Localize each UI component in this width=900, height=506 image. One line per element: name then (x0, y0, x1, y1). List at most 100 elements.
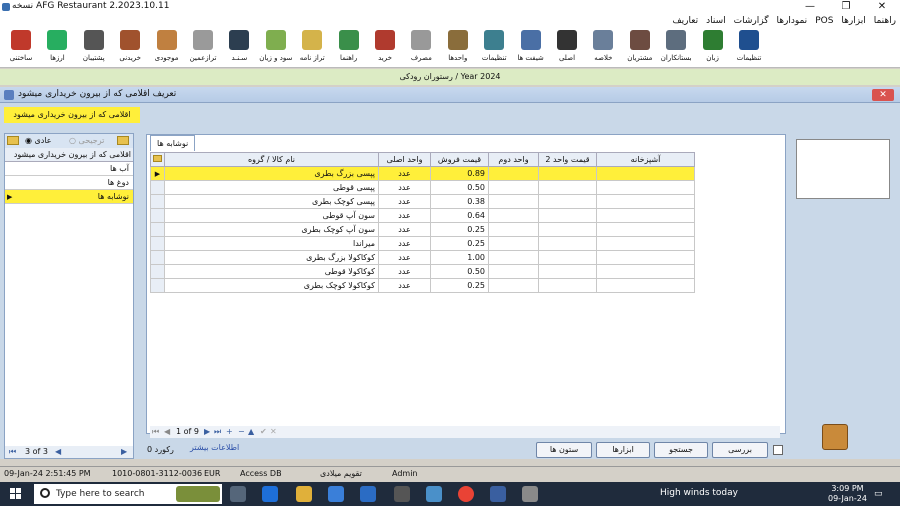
afg-restaurant-taskbar-icon[interactable] (522, 486, 538, 502)
cell-sale-price[interactable]: 0.38 (430, 194, 489, 209)
cell-name[interactable]: پپسی قوطی (164, 180, 379, 195)
task-view-icon[interactable] (230, 486, 246, 502)
search-button[interactable]: جستجو (654, 442, 708, 458)
table-row[interactable]: میراندا عدد 0.25 (150, 236, 695, 251)
cell-main-unit[interactable]: عدد (378, 208, 431, 223)
cell-second-unit[interactable] (488, 264, 539, 279)
cancel-icon[interactable]: ✕ (270, 426, 277, 438)
app-icon-2[interactable] (394, 486, 410, 502)
col-name[interactable]: نام کالا / گروه (164, 152, 379, 167)
cell-unit2-price[interactable] (538, 278, 597, 293)
toolbar-button[interactable]: اصلی (550, 30, 584, 68)
prev-icon[interactable]: ◀ (55, 446, 61, 458)
cell-sale-price[interactable]: 0.50 (430, 180, 489, 195)
more-info-link[interactable]: اطلاعات بیشتر (190, 443, 239, 452)
toolbar-button[interactable]: خلاصه (586, 30, 620, 68)
row-indicator[interactable] (150, 208, 165, 223)
cell-unit2-price[interactable] (538, 208, 597, 223)
menu-item[interactable]: ابزارها (837, 14, 869, 28)
table-row[interactable]: پپسی کوچک بطری عدد 0.38 (150, 194, 695, 209)
cell-sale-price[interactable]: 0.89 (430, 166, 489, 181)
col-kitchen[interactable]: آشپزخانه (596, 152, 695, 167)
cell-name[interactable]: میراندا (164, 236, 379, 251)
menu-item[interactable]: اسناد (702, 14, 730, 28)
toolbar-button[interactable]: شیفت ها (514, 30, 548, 68)
taskbar-clock[interactable]: 3:09 PM 09-Jan-24 (828, 484, 867, 504)
cell-second-unit[interactable] (488, 166, 539, 181)
cell-sale-price[interactable]: 0.25 (430, 222, 489, 237)
radio-normal[interactable]: ◉ عادی (25, 136, 52, 145)
cell-sale-price[interactable]: 0.25 (430, 278, 489, 293)
cell-kitchen[interactable] (596, 208, 695, 223)
cell-main-unit[interactable]: عدد (378, 264, 431, 279)
col-unit2-price[interactable]: قیمت واحد 2 (538, 152, 597, 167)
cell-kitchen[interactable] (596, 264, 695, 279)
toolbar-button[interactable]: خریدنی (113, 30, 147, 68)
radio-wholesale[interactable]: ○ ترجیحی (69, 136, 104, 145)
table-row[interactable]: سون آپ قوطی عدد 0.64 (150, 208, 695, 223)
cell-unit2-price[interactable] (538, 166, 597, 181)
row-indicator[interactable] (150, 194, 165, 209)
toolbar-button[interactable]: سـنـد (222, 30, 256, 68)
window-close-button[interactable]: ✕ (872, 89, 894, 101)
row-indicator[interactable]: ▶ (150, 166, 165, 181)
cell-main-unit[interactable]: عدد (378, 180, 431, 195)
weather-text[interactable]: High winds today (660, 488, 738, 498)
delete-record-icon[interactable]: − (238, 426, 245, 438)
cell-unit2-price[interactable] (538, 250, 597, 265)
toolbar-button[interactable]: مصرف (404, 30, 438, 68)
menu-item[interactable]: گزارشات (730, 14, 773, 28)
cell-name[interactable]: کوکاکولا قوطی (164, 264, 379, 279)
cell-second-unit[interactable] (488, 194, 539, 209)
toolbar-button[interactable]: مشتریان (623, 30, 657, 68)
minimize-icon[interactable]: — (792, 0, 828, 14)
close-icon[interactable]: ✕ (864, 0, 900, 14)
col-second-unit[interactable]: واحد دوم (488, 152, 539, 167)
restore-icon[interactable]: ❐ (828, 0, 864, 14)
cell-second-unit[interactable] (488, 180, 539, 195)
toolbar-button[interactable]: تراز نامه (295, 30, 329, 68)
menu-item[interactable]: راهنما (870, 14, 900, 28)
row-indicator[interactable] (150, 264, 165, 279)
row-indicator[interactable] (150, 180, 165, 195)
toolbar-button[interactable]: ساختنی (4, 30, 38, 68)
table-row[interactable]: کوکاکولا قوطی عدد 0.50 (150, 264, 695, 279)
cell-name[interactable]: سون آپ کوچک بطری (164, 222, 379, 237)
list-item[interactable]: دوغ ها (5, 176, 133, 190)
col-main-unit[interactable]: واحد اصلی (378, 152, 431, 167)
mail-icon[interactable] (360, 486, 376, 502)
option-checkbox[interactable] (773, 445, 783, 455)
table-row[interactable]: پپسی قوطی عدد 0.50 (150, 180, 695, 195)
first-page-icon[interactable]: ⏮ (9, 446, 16, 458)
cell-name[interactable]: کوکاکولا کوچک بطری (164, 278, 379, 293)
file-explorer-icon[interactable] (296, 486, 312, 502)
edit-record-icon[interactable]: ▲ (248, 426, 254, 438)
cell-kitchen[interactable] (596, 236, 695, 251)
menu-item[interactable]: نمودارها (772, 14, 811, 28)
cell-unit2-price[interactable] (538, 194, 597, 209)
menu-item[interactable]: POS (811, 14, 837, 28)
table-row[interactable]: کوکاکولا کوچک بطری عدد 0.25 (150, 278, 695, 293)
cell-unit2-price[interactable] (538, 264, 597, 279)
toolbar-button[interactable]: پشتیبان (77, 30, 111, 68)
store-icon[interactable] (328, 486, 344, 502)
cell-kitchen[interactable] (596, 166, 695, 181)
cell-sale-price[interactable]: 0.25 (430, 236, 489, 251)
start-icon[interactable] (10, 488, 22, 500)
edge-icon[interactable] (262, 486, 278, 502)
table-row[interactable]: کوکاکولا بزرگ بطری عدد 1.00 (150, 250, 695, 265)
cell-name[interactable]: پپسی بزرگ بطری (164, 166, 379, 181)
cell-main-unit[interactable]: عدد (378, 278, 431, 293)
row-indicator[interactable] (150, 236, 165, 251)
next-record-icon[interactable]: ▶ (204, 426, 210, 438)
toolbar-button[interactable]: ارزها (40, 30, 74, 68)
taskbar-thumbnail-icon[interactable] (176, 486, 220, 502)
cell-main-unit[interactable]: عدد (378, 236, 431, 251)
list-item[interactable]: آب ها (5, 162, 133, 176)
folder-icon[interactable] (7, 136, 19, 145)
cell-sale-price[interactable]: 0.64 (430, 208, 489, 223)
columns-button[interactable]: ستون ها (536, 442, 592, 458)
cell-sale-price[interactable]: 1.00 (430, 250, 489, 265)
folder-open-icon[interactable] (117, 136, 129, 145)
table-row[interactable]: سون آپ کوچک بطری عدد 0.25 (150, 222, 695, 237)
